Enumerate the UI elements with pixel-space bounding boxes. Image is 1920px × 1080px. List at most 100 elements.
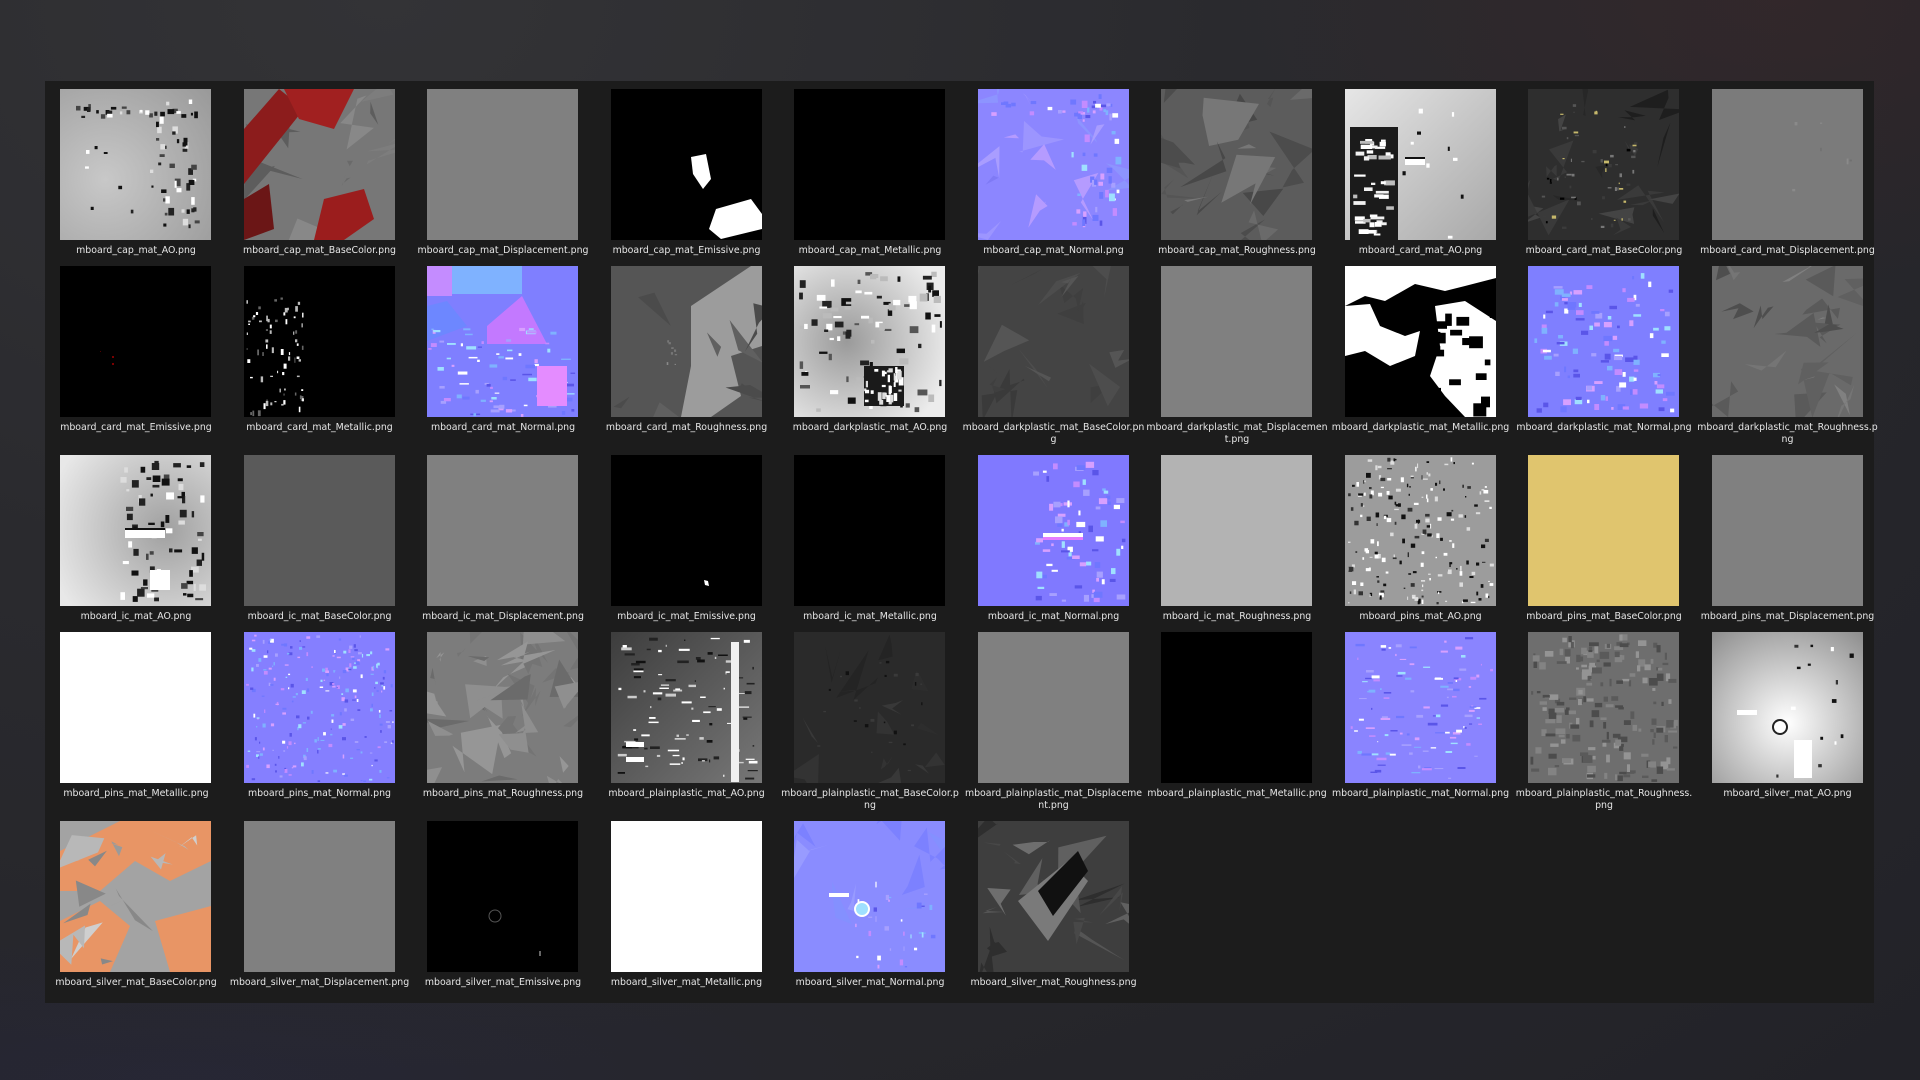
file-tile[interactable]: mboard_pins_mat_Roughness.png: [412, 624, 583, 806]
texture-thumbnail[interactable]: [794, 632, 945, 783]
texture-thumbnail[interactable]: [1528, 632, 1679, 783]
file-tile[interactable]: mboard_cap_mat_Roughness.png: [1146, 81, 1316, 263]
file-tile[interactable]: mboard_plainplastic_mat_Displacement.png: [963, 624, 1142, 811]
texture-thumbnail[interactable]: [427, 89, 578, 240]
texture-thumbnail[interactable]: [1161, 455, 1312, 606]
file-tile[interactable]: mboard_cap_mat_Emissive.png: [596, 81, 764, 263]
texture-thumbnail[interactable]: [1528, 455, 1679, 606]
file-tile[interactable]: mboard_pins_mat_Normal.png: [229, 624, 397, 806]
texture-thumbnail[interactable]: [610, 266, 762, 417]
file-tile[interactable]: mboard_cap_mat_Displacement.png: [412, 81, 588, 263]
texture-thumbnail[interactable]: [243, 821, 395, 972]
file-tile[interactable]: mboard_pins_mat_Metallic.png: [45, 624, 213, 806]
file-tile[interactable]: mboard_card_mat_Displacement.png: [1697, 81, 1875, 263]
texture-thumbnail[interactable]: [977, 89, 1129, 240]
file-tile[interactable]: mboard_darkplastic_mat_AO.png: [779, 258, 947, 440]
texture-thumbnail[interactable]: [1344, 89, 1496, 240]
texture-thumbnail[interactable]: [60, 632, 211, 783]
texture-thumbnail[interactable]: [427, 266, 578, 417]
file-tile[interactable]: mboard_plainplastic_mat_BaseColor.png: [779, 624, 959, 811]
file-tile[interactable]: mboard_pins_mat_AO.png: [1330, 447, 1498, 629]
file-tile[interactable]: mboard_cap_mat_Metallic.png: [779, 81, 947, 263]
texture-thumbnail[interactable]: [243, 89, 395, 240]
texture-thumbnail[interactable]: [794, 455, 945, 606]
texture-thumbnail[interactable]: [60, 821, 211, 972]
file-tile[interactable]: mboard_plainplastic_mat_Normal.png: [1330, 624, 1509, 806]
file-tile[interactable]: mboard_card_mat_Emissive.png: [45, 258, 213, 440]
texture-thumbnail[interactable]: [610, 821, 762, 972]
file-tile[interactable]: mboard_darkplastic_mat_Metallic.png: [1330, 258, 1509, 440]
texture-thumbnail[interactable]: [977, 632, 1129, 783]
file-tile[interactable]: mboard_darkplastic_mat_Displacement.png: [1146, 258, 1328, 445]
texture-thumbnail[interactable]: [977, 821, 1129, 972]
file-tile[interactable]: mboard_silver_mat_Roughness.png: [963, 813, 1137, 995]
file-name-label: mboard_cap_mat_Displacement.png: [417, 245, 589, 256]
file-tile[interactable]: mboard_cap_mat_Normal.png: [963, 81, 1131, 263]
texture-thumbnail[interactable]: [1711, 89, 1863, 240]
file-tile[interactable]: mboard_card_mat_AO.png: [1330, 81, 1498, 263]
texture-thumbnail[interactable]: [610, 455, 762, 606]
file-tile[interactable]: mboard_pins_mat_BaseColor.png: [1513, 447, 1682, 629]
file-tile[interactable]: mboard_silver_mat_Metallic.png: [596, 813, 764, 995]
texture-thumbnail[interactable]: [243, 266, 395, 417]
texture-thumbnail[interactable]: [794, 89, 945, 240]
texture-thumbnail[interactable]: [60, 455, 211, 606]
file-name-label: mboard_card_mat_BaseColor.png: [1525, 245, 1683, 256]
file-tile[interactable]: mboard_ic_mat_Metallic.png: [779, 447, 947, 629]
texture-thumbnail[interactable]: [1344, 632, 1496, 783]
file-tile[interactable]: mboard_ic_mat_Displacement.png: [412, 447, 584, 629]
file-tile[interactable]: mboard_plainplastic_mat_Metallic.png: [1146, 624, 1327, 806]
file-tile[interactable]: mboard_card_mat_Normal.png: [412, 258, 580, 440]
file-tile[interactable]: mboard_darkplastic_mat_BaseColor.png: [963, 258, 1144, 445]
file-tile[interactable]: mboard_ic_mat_BaseColor.png: [229, 447, 397, 629]
file-tile[interactable]: mboard_ic_mat_Roughness.png: [1146, 447, 1314, 629]
file-tile[interactable]: mboard_pins_mat_Displacement.png: [1697, 447, 1874, 629]
file-tile[interactable]: mboard_plainplastic_mat_Roughness.png: [1513, 624, 1692, 811]
texture-thumbnail[interactable]: [60, 89, 211, 240]
file-tile[interactable]: mboard_silver_mat_Displacement.png: [229, 813, 409, 995]
texture-thumbnail[interactable]: [977, 266, 1129, 417]
texture-thumbnail[interactable]: [60, 266, 211, 417]
texture-thumbnail[interactable]: [1711, 455, 1863, 606]
texture-thumbnail[interactable]: [1528, 266, 1679, 417]
texture-thumbnail[interactable]: [794, 821, 945, 972]
file-name-label: mboard_silver_mat_AO.png: [1723, 788, 1852, 799]
texture-thumbnail[interactable]: [243, 632, 395, 783]
texture-thumbnail[interactable]: [1344, 455, 1496, 606]
file-name-label: mboard_pins_mat_Displacement.png: [1700, 611, 1875, 622]
file-tile[interactable]: mboard_silver_mat_BaseColor.png: [45, 813, 217, 995]
file-tile[interactable]: mboard_cap_mat_AO.png: [45, 81, 213, 263]
file-tile[interactable]: mboard_ic_mat_Emissive.png: [596, 447, 764, 629]
file-name-label: mboard_card_mat_Emissive.png: [60, 422, 212, 433]
texture-thumbnail[interactable]: [1711, 632, 1863, 783]
texture-thumbnail[interactable]: [1161, 89, 1312, 240]
file-tile[interactable]: mboard_card_mat_Metallic.png: [229, 258, 397, 440]
file-tile[interactable]: mboard_ic_mat_Normal.png: [963, 447, 1131, 629]
texture-thumbnail[interactable]: [243, 455, 395, 606]
file-name-label: mboard_pins_mat_BaseColor.png: [1526, 611, 1682, 622]
file-name-label: mboard_ic_mat_Roughness.png: [1162, 611, 1312, 622]
texture-thumbnail[interactable]: [794, 266, 945, 417]
texture-thumbnail[interactable]: [1161, 632, 1312, 783]
file-tile[interactable]: mboard_silver_mat_Normal.png: [779, 813, 947, 995]
file-tile[interactable]: mboard_darkplastic_mat_Roughness.png: [1697, 258, 1878, 445]
file-tile[interactable]: mboard_darkplastic_mat_Normal.png: [1513, 258, 1692, 440]
texture-thumbnail[interactable]: [1344, 266, 1496, 417]
texture-thumbnail[interactable]: [1711, 266, 1863, 417]
file-tile[interactable]: mboard_silver_mat_AO.png: [1697, 624, 1865, 806]
texture-thumbnail[interactable]: [1528, 89, 1679, 240]
file-tile[interactable]: mboard_plainplastic_mat_AO.png: [596, 624, 765, 806]
file-tile[interactable]: mboard_card_mat_BaseColor.png: [1513, 81, 1682, 263]
texture-thumbnail[interactable]: [427, 821, 578, 972]
texture-thumbnail[interactable]: [610, 89, 762, 240]
texture-thumbnail[interactable]: [427, 632, 578, 783]
texture-thumbnail[interactable]: [977, 455, 1129, 606]
file-name-label: mboard_cap_mat_Roughness.png: [1158, 245, 1316, 256]
texture-thumbnail[interactable]: [1161, 266, 1312, 417]
file-tile[interactable]: mboard_silver_mat_Emissive.png: [412, 813, 581, 995]
file-tile[interactable]: mboard_cap_mat_BaseColor.png: [229, 81, 397, 263]
texture-thumbnail[interactable]: [427, 455, 578, 606]
file-tile[interactable]: mboard_ic_mat_AO.png: [45, 447, 213, 629]
file-tile[interactable]: mboard_card_mat_Roughness.png: [596, 258, 767, 440]
texture-thumbnail[interactable]: [610, 632, 762, 783]
